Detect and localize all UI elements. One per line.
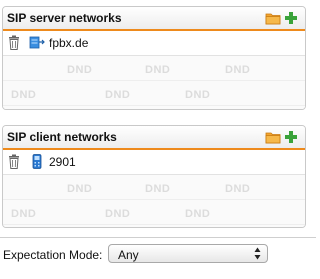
- item-label: 2901: [49, 155, 76, 169]
- folder-icon[interactable]: [265, 11, 281, 25]
- plus-icon[interactable]: [283, 11, 299, 25]
- select-value: Any: [118, 248, 139, 262]
- phone-device-icon: [32, 154, 42, 169]
- dnd-watermark: DND: [185, 89, 211, 101]
- dnd-watermark: DND: [67, 183, 93, 195]
- dnd-watermark: DND: [225, 64, 251, 76]
- panel-title: SIP client networks: [7, 130, 117, 144]
- network-server-icon: [29, 36, 45, 49]
- dnd-watermark: DND: [185, 208, 211, 220]
- dnd-watermark: DND: [11, 208, 37, 220]
- panel-header: SIP server networks: [3, 7, 305, 31]
- dnd-watermark: DND: [67, 64, 93, 76]
- trash-icon[interactable]: [8, 35, 20, 50]
- dnd-watermark: DND: [225, 183, 251, 195]
- panel-title: SIP server networks: [7, 11, 122, 25]
- dnd-watermark: DND: [145, 183, 171, 195]
- divider: [0, 237, 316, 238]
- dnd-watermark: DND: [105, 208, 131, 220]
- plus-icon[interactable]: [283, 130, 299, 144]
- folder-icon[interactable]: [265, 130, 281, 144]
- item-label: fpbx.de: [49, 36, 89, 50]
- expectation-mode-select[interactable]: Any: [108, 244, 268, 263]
- updown-arrows-icon: [254, 247, 261, 260]
- panel-list: fpbx.de DND DND DND DND DND DND: [3, 31, 305, 109]
- dnd-watermark: DND: [11, 89, 37, 101]
- sip-client-networks-panel: SIP client networks 2901 DND DND DND DND…: [2, 125, 306, 228]
- expectation-mode-label: Expectation Mode:: [3, 248, 103, 262]
- dnd-watermark: DND: [105, 89, 131, 101]
- dnd-watermark: DND: [145, 64, 171, 76]
- sip-server-networks-panel: SIP server networks fpbx.de DND DND DND …: [2, 6, 306, 110]
- panel-header: SIP client networks: [3, 126, 305, 150]
- list-item[interactable]: fpbx.de: [3, 31, 305, 56]
- list-item[interactable]: 2901: [3, 150, 305, 175]
- trash-icon[interactable]: [8, 154, 20, 169]
- panel-list: 2901 DND DND DND DND DND DND: [3, 150, 305, 227]
